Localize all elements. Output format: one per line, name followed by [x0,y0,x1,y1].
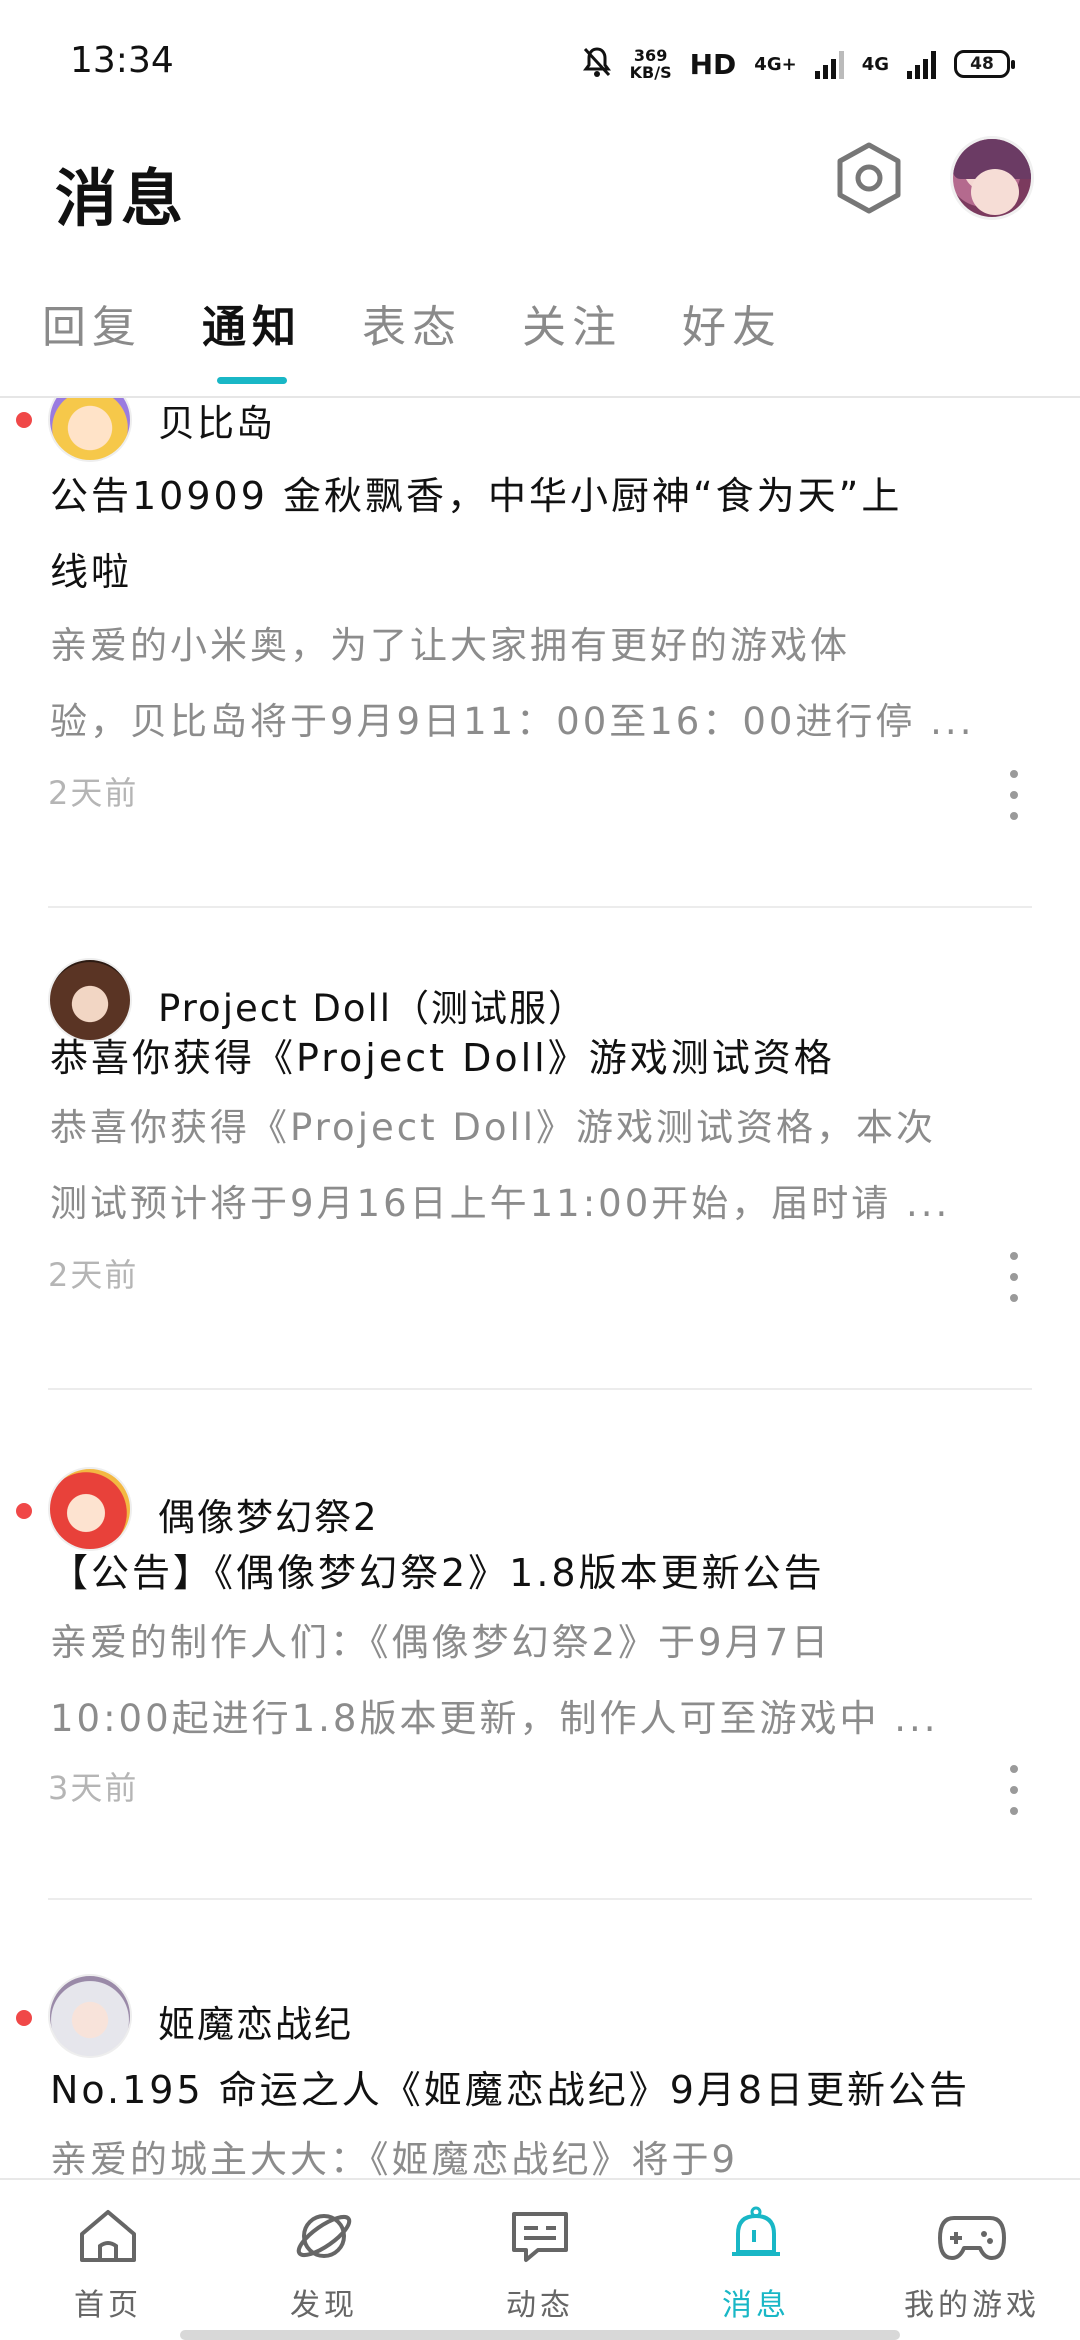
battery-icon: 48 [954,50,1015,78]
tab-notice[interactable]: 通知 [202,290,302,390]
tab-reaction[interactable]: 表态 [362,290,462,390]
notification-card[interactable]: Project Doll（测试服） 恭喜你获得《Project Doll》游戏测… [0,958,1080,1458]
speed-unit: KB/S [629,63,672,82]
notification-title: 公告10909 金秋飘香，中华小厨神“食为天”上 线啦 [50,458,1030,610]
unread-dot [16,1503,32,1519]
user-avatar[interactable] [950,136,1034,220]
header: 消息 [0,130,1080,250]
tab-label: 表态 [362,302,462,353]
desc-line: 测试预计将于9月16日上午11:00开始，届时请 ... [50,1182,951,1225]
status-indicators: 369 KB/S HD 4G+ 4G 48 [582,42,1015,86]
notification-time: 2天前 [48,774,139,812]
mute-bell-icon [582,46,612,82]
more-options-button[interactable] [1004,770,1024,820]
notification-time: 3天前 [48,1769,139,1807]
page-title: 消息 [55,162,188,235]
hd-label: HD [689,47,737,81]
desc-line: 验，贝比岛将于9月9日11：00至16：00进行停 ... [50,700,975,743]
active-tab-indicator [217,377,287,384]
desc-line: 10:00起进行1.8版本更新，制作人可至游戏中 ... [50,1697,939,1740]
desc-line: 亲爱的城主大大：《姬魔恋战纪》将于9 [50,2138,739,2178]
tab-friends[interactable]: 好友 [682,290,782,390]
tab-label: 回复 [42,302,142,353]
status-bar: 13:34 369 KB/S HD 4G+ 4G 48 [0,0,1080,130]
more-options-button[interactable] [1004,1765,1024,1815]
nav-label: 首页 [74,2288,142,2323]
notification-title: No.195 命运之人《姬魔恋战纪》9月8日更新公告 [50,2052,1030,2128]
settings-hexagon-icon [834,141,904,219]
desc-line: 亲爱的制作人们：《偶像梦幻祭2》于9月7日 [50,1621,832,1664]
notification-list: 贝比岛 公告10909 金秋飘香，中华小厨神“食为天”上 线啦 亲爱的小米奥，为… [0,398,1080,2178]
notification-title: 恭喜你获得《Project Doll》游戏测试资格 [50,1020,1030,1096]
notification-card[interactable]: 偶像梦幻祭2 【公告】《偶像梦幻祭2》1.8版本更新公告 亲爱的制作人们：《偶像… [0,1463,1080,1963]
gamepad-icon [936,2206,1008,2270]
title-line: No.195 命运之人《姬魔恋战纪》9月8日更新公告 [50,2068,971,2112]
planet-icon [292,2206,356,2270]
nav-discover[interactable]: 发现 [216,2180,432,2340]
notification-desc: 亲爱的制作人们：《偶像梦幻祭2》于9月7日 10:00起进行1.8版本更新，制作… [50,1605,1030,1757]
notification-time: 2天前 [48,1256,139,1294]
nav-label: 消息 [722,2288,790,2323]
title-line: 线啦 [50,550,133,594]
signal-icon-2 [907,49,936,79]
title-line: 【公告】《偶像梦幻祭2》1.8版本更新公告 [50,1551,825,1595]
game-name: 姬魔恋战纪 [158,2003,353,2046]
desc-line: 恭喜你获得《Project Doll》游戏测试资格，本次 [50,1106,937,1149]
notification-card[interactable]: 贝比岛 公告10909 金秋飘香，中华小厨神“食为天”上 线啦 亲爱的小米奥，为… [0,398,1080,958]
notification-title: 【公告】《偶像梦幻祭2》1.8版本更新公告 [50,1535,1030,1611]
notification-desc: 亲爱的城主大大：《姬魔恋战纪》将于9 [50,2122,1030,2178]
status-time: 13:34 [70,40,174,81]
notification-card[interactable]: 姬魔恋战纪 No.195 命运之人《姬魔恋战纪》9月8日更新公告 亲爱的城主大大… [0,1970,1080,2178]
nav-label: 发现 [290,2288,358,2323]
message-tabs: 回复 通知 表态 关注 好友 [0,290,1080,398]
tab-follow[interactable]: 关注 [522,290,622,390]
divider [48,1898,1032,1900]
signal-icon-1 [814,49,844,79]
tab-label: 关注 [522,302,622,353]
divider [48,1388,1032,1390]
chat-bubble-icon [508,2206,572,2270]
nav-messages[interactable]: 消息 [648,2180,864,2340]
divider [48,906,1032,908]
game-avatar[interactable] [48,398,132,462]
tab-label: 通知 [202,302,302,353]
unread-dot [16,2010,32,2026]
desc-line: 亲爱的小米奥，为了让大家拥有更好的游戏体 [50,624,850,667]
nav-home[interactable]: 首页 [0,2180,216,2340]
game-name: 偶像梦幻祭2 [158,1496,379,1539]
more-options-button[interactable] [1004,1252,1024,1302]
game-avatar[interactable] [48,1974,132,2058]
nav-feed[interactable]: 动态 [432,2180,648,2340]
title-line: 恭喜你获得《Project Doll》游戏测试资格 [50,1036,835,1080]
net-label-1: 4G+ [754,53,797,75]
unread-dot [16,412,32,428]
game-name: 贝比岛 [158,402,275,445]
notification-desc: 亲爱的小米奥，为了让大家拥有更好的游戏体 验，贝比岛将于9月9日11：00至16… [50,608,1030,760]
settings-button[interactable] [834,140,904,220]
nav-label: 动态 [506,2288,574,2323]
home-icon [76,2206,140,2270]
home-indicator [180,2330,900,2340]
net-label-2: 4G [861,53,889,75]
tab-label: 好友 [682,302,782,353]
tab-reply[interactable]: 回复 [42,290,142,390]
title-line: 公告10909 金秋飘香，中华小厨神“食为天”上 [50,474,903,518]
network-speed: 369 KB/S [630,47,672,81]
bottom-nav: 首页 发现 动态 消息 我的游戏 [0,2178,1080,2340]
nav-my-games[interactable]: 我的游戏 [864,2180,1080,2340]
bell-icon [724,2206,788,2270]
nav-label: 我的游戏 [904,2288,1040,2323]
speed-value: 369 [633,46,668,65]
notification-desc: 恭喜你获得《Project Doll》游戏测试资格，本次 测试预计将于9月16日… [50,1090,1030,1242]
